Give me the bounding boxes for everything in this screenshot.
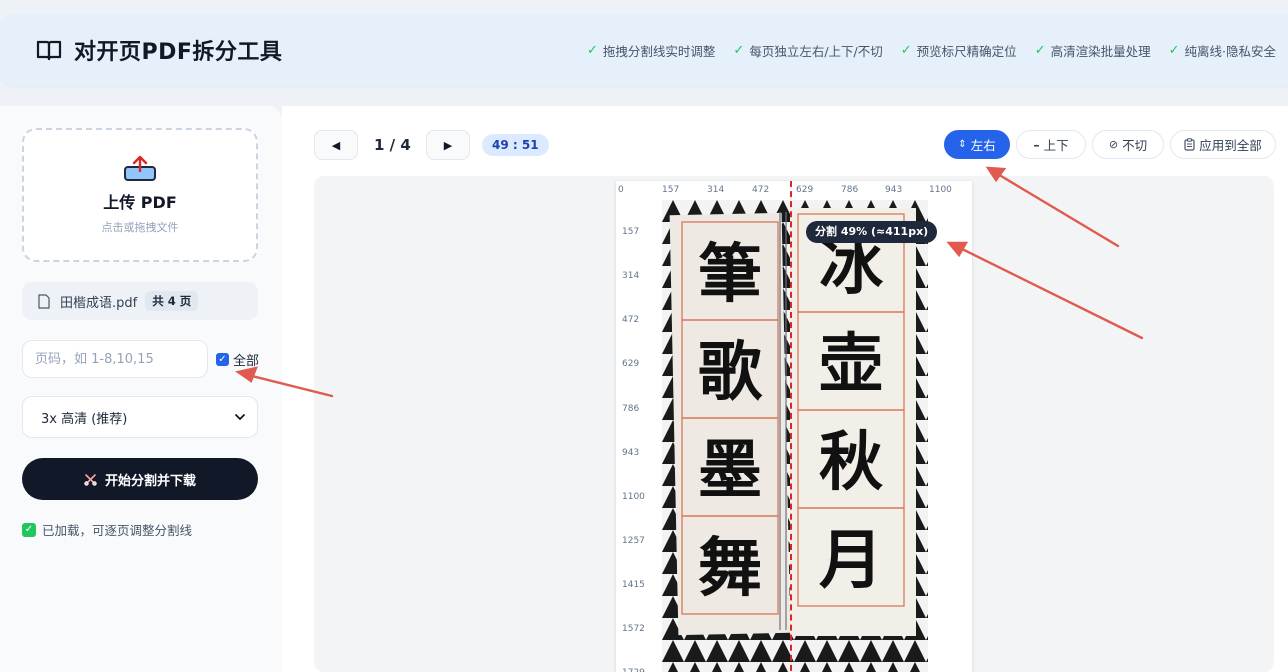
- arrow-head: [235, 366, 258, 383]
- arrow-head: [985, 166, 1007, 183]
- annotation-arrow: [246, 373, 334, 398]
- annotation-arrow: [994, 171, 1120, 248]
- arrow-head: [946, 241, 969, 258]
- annotation-arrows: [235, 166, 1144, 398]
- annotation-arrow: [956, 245, 1144, 340]
